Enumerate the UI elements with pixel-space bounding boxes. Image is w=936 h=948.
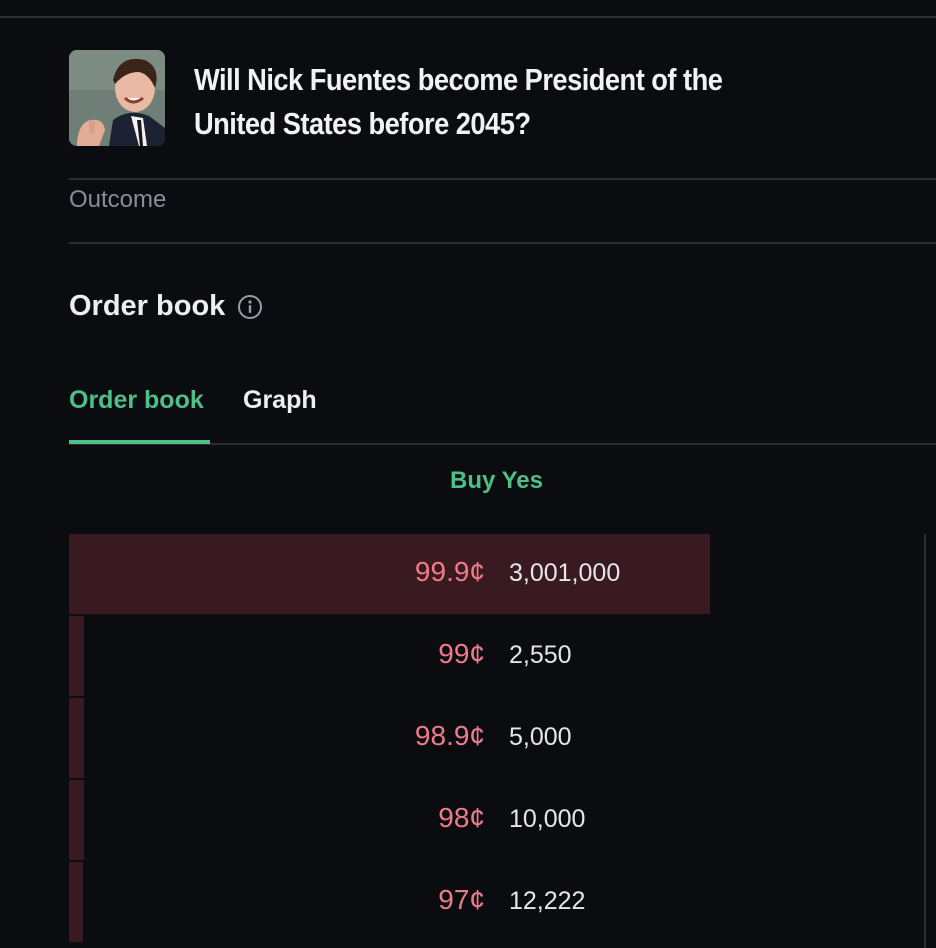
order-row[interactable]: 98.9¢ 5,000 [69, 698, 929, 778]
order-quantity: 5,000 [509, 723, 572, 751]
order-price: 98.9¢ [414, 720, 485, 751]
depth-bar [69, 862, 83, 942]
order-price: 99.9¢ [414, 556, 485, 587]
order-quantity: 2,550 [509, 641, 572, 669]
active-tab-indicator [69, 440, 210, 444]
order-price: 97¢ [438, 884, 485, 915]
info-circle-icon[interactable] [237, 294, 263, 320]
order-book-heading: Order book [69, 290, 263, 323]
order-price: 99¢ [438, 638, 485, 669]
order-row[interactable]: 99¢ 2,550 [69, 616, 929, 696]
order-price: 98¢ [438, 802, 485, 833]
order-row[interactable]: 97¢ 12,222 [69, 862, 929, 942]
depth-bar [69, 698, 84, 778]
tab-graph[interactable]: Graph [243, 386, 317, 415]
order-quantity: 12,222 [509, 887, 586, 915]
market-title: Will Nick Fuentes become President of th… [194, 62, 723, 141]
order-row[interactable]: 98¢ 10,000 [69, 780, 929, 860]
order-quantity: 10,000 [509, 805, 586, 833]
top-divider [0, 16, 936, 18]
tab-order-book[interactable]: Order book [69, 386, 204, 415]
outcome-label[interactable]: Outcome [69, 186, 166, 214]
divider [69, 242, 936, 244]
buy-yes-label: Buy Yes [450, 467, 543, 494]
order-quantity: 3,001,000 [509, 559, 621, 587]
order-row[interactable]: 99.9¢ 3,001,000 [69, 534, 929, 614]
order-book-heading-text: Order book [69, 290, 226, 322]
depth-bar [69, 616, 84, 696]
market-thumbnail [69, 50, 165, 146]
depth-bar [69, 780, 84, 860]
divider [69, 178, 936, 180]
